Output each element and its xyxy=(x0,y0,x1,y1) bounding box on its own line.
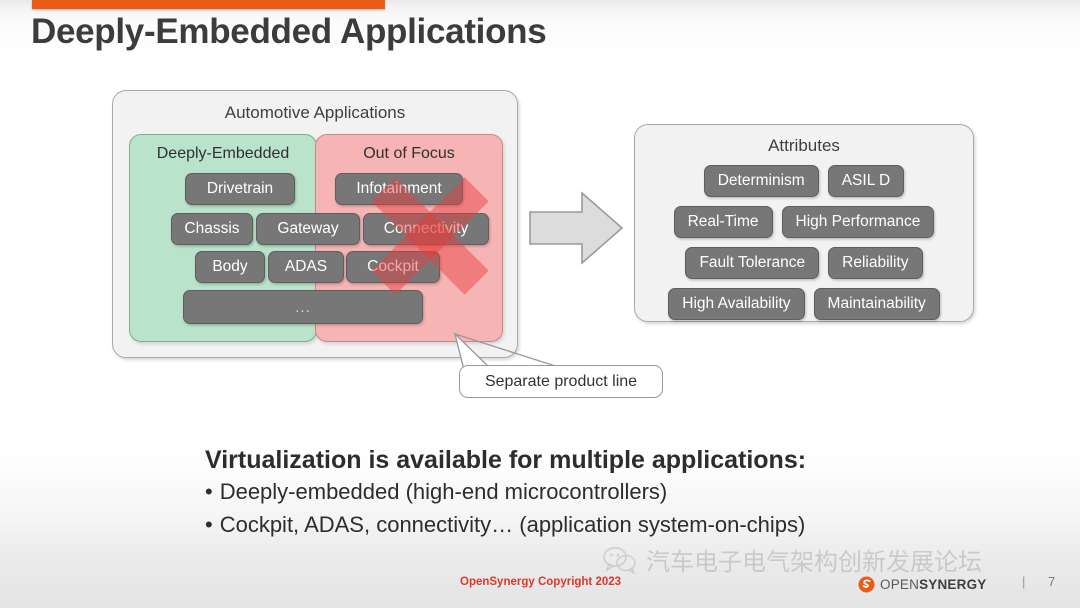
attribute-high-availability[interactable]: High Availability xyxy=(668,288,805,320)
attribute-real-time[interactable]: Real-Time xyxy=(673,206,773,238)
bullet-glyph: • xyxy=(205,479,213,504)
footer-separator: | xyxy=(1022,574,1026,589)
attributes-box: Attributes Determinism ASIL D Real-Time … xyxy=(634,124,974,322)
opensynergy-mark-icon xyxy=(858,576,875,593)
body-bullet-1: • Deeply-embedded (high-end microcontroll… xyxy=(205,479,667,505)
chip-gateway[interactable]: Gateway xyxy=(256,213,360,245)
chip-infotainment[interactable]: Infotainment xyxy=(335,173,463,205)
watermark: 汽车电子电气架构创新发展论坛 xyxy=(603,542,982,577)
callout-label: Separate product line xyxy=(484,372,638,390)
accent-bar xyxy=(32,0,385,9)
body-bullet-2: • Cockpit, ADAS, connectivity… (applicati… xyxy=(205,512,805,538)
panel-out-of-focus-title: Out of Focus xyxy=(363,145,455,162)
opensynergy-logo: OPENSYNERGY xyxy=(858,576,986,593)
chip-drivetrain[interactable]: Drivetrain xyxy=(185,173,295,205)
page-title: Deeply-Embedded Applications xyxy=(31,12,547,51)
attributes-title: Attributes xyxy=(768,136,840,155)
chip-connectivity[interactable]: Connectivity xyxy=(363,213,489,245)
logo-synergy: SYNERGY xyxy=(919,577,987,592)
bullet-glyph: • xyxy=(205,512,213,537)
opensynergy-logo-text: OPENSYNERGY xyxy=(880,577,986,592)
panel-deeply-embedded-title: Deeply-Embedded xyxy=(156,145,290,162)
body-bullet-1-text: Deeply-embedded (high-end microcontrolle… xyxy=(219,479,668,504)
body-bullet-2-text: Cockpit, ADAS, connectivity… (applicatio… xyxy=(219,512,806,537)
callout-separate-product-line: Separate product line xyxy=(459,365,663,398)
attribute-asil-d[interactable]: ASIL D xyxy=(827,165,905,197)
page-number: 7 xyxy=(1048,574,1056,589)
attribute-maintainability[interactable]: Maintainability xyxy=(813,288,940,320)
attributes-row: Real-Time High Performance xyxy=(635,206,973,238)
attributes-row: Fault Tolerance Reliability xyxy=(635,247,973,279)
slide-canvas: Deeply-Embedded Applications Automotive … xyxy=(0,0,1080,608)
attribute-high-performance[interactable]: High Performance xyxy=(781,206,935,238)
attribute-determinism[interactable]: Determinism xyxy=(703,165,819,197)
body-heading: Virtualization is available for multiple… xyxy=(205,446,807,474)
right-arrow-icon xyxy=(529,191,624,265)
attribute-reliability[interactable]: Reliability xyxy=(828,247,923,279)
automotive-applications-title: Automotive Applications xyxy=(224,103,406,122)
chip-cockpit[interactable]: Cockpit xyxy=(346,251,440,283)
chip-ellipsis[interactable]: ... xyxy=(183,290,423,324)
automotive-applications-box: Automotive Applications Deeply-Embedded … xyxy=(112,90,518,358)
wechat-icon xyxy=(603,546,636,574)
chip-chassis[interactable]: Chassis xyxy=(171,213,253,245)
attributes-row: High Availability Maintainability xyxy=(635,288,973,320)
copyright-text: OpenSynergy Copyright 2023 xyxy=(460,576,622,588)
watermark-text: 汽车电子电气架构创新发展论坛 xyxy=(646,548,982,576)
chip-adas[interactable]: ADAS xyxy=(268,251,344,283)
chip-body[interactable]: Body xyxy=(195,251,265,283)
logo-open: OPEN xyxy=(880,577,920,592)
attribute-fault-tolerance[interactable]: Fault Tolerance xyxy=(685,247,820,279)
attributes-row: Determinism ASIL D xyxy=(635,165,973,197)
